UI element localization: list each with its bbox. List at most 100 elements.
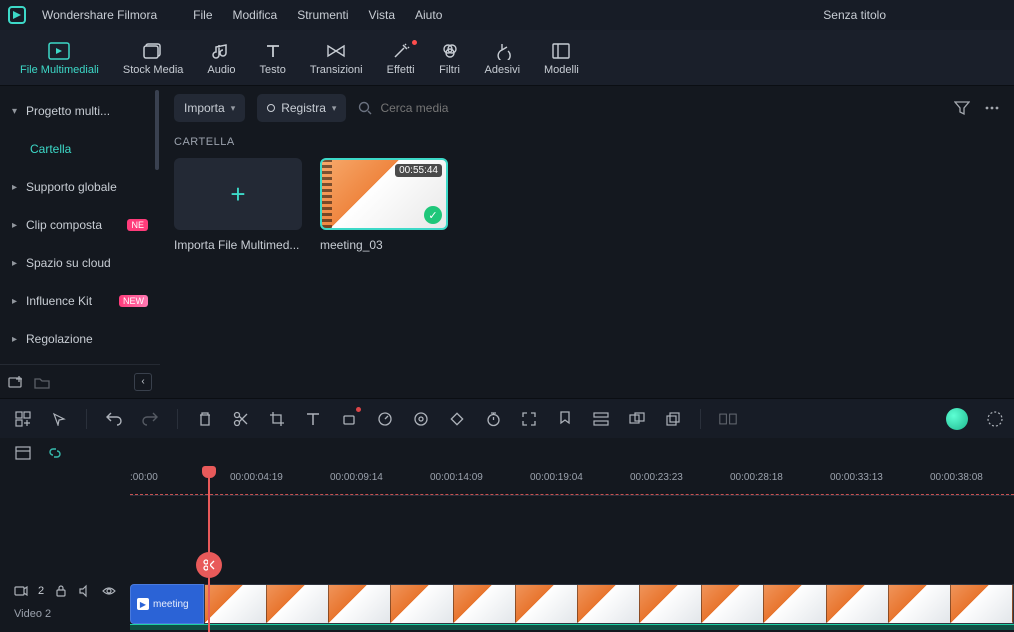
app-name: Wondershare Filmora (42, 8, 157, 22)
mute-icon[interactable] (78, 584, 92, 598)
record-button[interactable]: Registra▾ (257, 94, 346, 122)
menu-tools[interactable]: Strumenti (297, 8, 348, 22)
collapse-sidebar-button[interactable]: ‹ (134, 373, 152, 391)
track-name: Video 2 (0, 604, 130, 620)
chevron-down-icon: ▾ (12, 106, 20, 117)
new-folder-icon[interactable] (8, 374, 24, 390)
sidebar-item-global-support[interactable]: ▸Supporto globale (0, 168, 160, 206)
link-icon[interactable] (46, 444, 64, 462)
media-icon (48, 40, 70, 62)
filters-icon (439, 40, 461, 62)
timeline-view-icon[interactable] (14, 444, 32, 462)
menu-file[interactable]: File (193, 8, 212, 22)
expand-icon[interactable] (520, 410, 538, 428)
tab-filters[interactable]: Filtri (427, 36, 473, 80)
tab-stock-media[interactable]: Stock Media (111, 36, 196, 80)
audio-track[interactable] (130, 624, 1014, 630)
lock-icon[interactable] (54, 584, 68, 598)
clip-head[interactable]: ▶ meeting (130, 584, 204, 624)
speed-icon[interactable] (376, 410, 394, 428)
auto-reframe-icon[interactable] (719, 410, 737, 428)
media-panel: Importa▾ Registra▾ CARTELLA + Importa Fi… (160, 86, 1014, 398)
delete-icon[interactable] (196, 410, 214, 428)
record-icon (267, 104, 275, 112)
sidebar-item-influence-kit[interactable]: ▸Influence KitNEW (0, 282, 160, 320)
import-media-card[interactable]: + Importa File Multimed... (174, 158, 302, 252)
timeline-body: 2 Video 2 ▶ meeting (0, 496, 1014, 632)
menu-view[interactable]: Vista (369, 8, 395, 22)
tab-transitions[interactable]: Transizioni (298, 36, 375, 80)
timeline-subtoolbar (0, 438, 1014, 468)
chevron-right-icon: ▸ (12, 220, 20, 231)
track-control-icon[interactable] (592, 410, 610, 428)
search-input[interactable] (380, 101, 942, 115)
split-icon[interactable] (232, 410, 250, 428)
video-track-header[interactable]: 2 (0, 578, 130, 604)
check-icon: ✓ (424, 206, 442, 224)
clip-thumbnails (204, 584, 1014, 624)
tab-audio[interactable]: Audio (195, 36, 247, 80)
playhead[interactable] (208, 468, 210, 632)
title-bar: Wondershare Filmora File Modifica Strume… (0, 0, 1014, 30)
undo-icon[interactable] (105, 410, 123, 428)
ruler-tick: :00:00 (130, 472, 158, 483)
effects-icon (390, 40, 412, 62)
folder-icon[interactable] (34, 374, 50, 390)
chevron-down-icon: ▾ (332, 103, 337, 114)
sidebar-item-compound-clip[interactable]: ▸Clip compostaNE (0, 206, 160, 244)
menu-edit[interactable]: Modifica (233, 8, 278, 22)
timeline-ruler-row: :00:00 00:00:04:19 00:00:09:14 00:00:14:… (0, 468, 1014, 496)
new-badge: NEW (119, 295, 148, 307)
chevron-right-icon: ▸ (12, 258, 20, 269)
sidebar-item-adjustment[interactable]: ▸Regolazione (0, 320, 160, 358)
tab-media[interactable]: File Multimediali (8, 36, 111, 80)
redo-icon[interactable] (141, 410, 159, 428)
timer-icon[interactable] (484, 410, 502, 428)
tab-text[interactable]: Testo (248, 36, 298, 80)
visibility-icon[interactable] (102, 584, 116, 598)
new-badge: NE (127, 219, 148, 231)
timeline-ruler[interactable]: :00:00 00:00:04:19 00:00:09:14 00:00:14:… (130, 468, 1014, 496)
tab-stickers[interactable]: Adesivi (473, 36, 532, 80)
keyframe-icon[interactable] (448, 410, 466, 428)
record-tool-icon[interactable] (340, 410, 358, 428)
filmstrip-icon (322, 160, 332, 228)
tab-templates[interactable]: Modelli (532, 36, 591, 80)
layers-icon[interactable] (664, 410, 682, 428)
video-track-clip[interactable]: ▶ meeting (130, 584, 1014, 624)
media-clip-card[interactable]: 00:55:44 ✓ meeting_03 (320, 158, 448, 252)
search-field[interactable] (358, 101, 942, 115)
sidebar-scrollbar[interactable] (154, 90, 160, 360)
menu-help[interactable]: Aiuto (415, 8, 442, 22)
menu-bar: File Modifica Strumenti Vista Aiuto (193, 8, 442, 22)
clip-label: meeting (153, 599, 189, 610)
chevron-right-icon: ▸ (12, 182, 20, 193)
project-title: Senza titolo (823, 8, 886, 22)
ruler-tick: 00:00:38:08 (930, 472, 983, 483)
cursor-icon[interactable] (50, 410, 68, 428)
crop-icon[interactable] (268, 410, 286, 428)
ruler-tick: 00:00:04:19 (230, 472, 283, 483)
sidebar-item-folder[interactable]: Cartella (0, 130, 160, 168)
marker-icon[interactable] (556, 410, 574, 428)
color-icon[interactable] (412, 410, 430, 428)
sidebar-item-project[interactable]: ▾Progetto multi... (0, 92, 160, 130)
filter-icon[interactable] (954, 100, 970, 116)
settings-gear-icon[interactable] (986, 410, 1004, 428)
text-tool-icon[interactable] (304, 410, 322, 428)
camera-icon (14, 584, 28, 598)
ai-assistant-icon[interactable] (946, 408, 968, 430)
sidebar-item-cloud[interactable]: ▸Spazio su cloud (0, 244, 160, 282)
play-icon: ▶ (137, 598, 149, 610)
import-button[interactable]: Importa▾ (174, 94, 245, 122)
stock-icon (142, 40, 164, 62)
group-icon[interactable] (628, 410, 646, 428)
plus-icon: + (230, 179, 245, 210)
more-icon[interactable] (984, 100, 1000, 116)
clip-name: meeting_03 (320, 238, 448, 252)
tab-effects[interactable]: Effetti (375, 36, 427, 80)
timeline-tracks[interactable]: ▶ meeting (130, 496, 1014, 632)
sidebar-bottom-toolbar: ‹ (0, 364, 160, 398)
stickers-icon (491, 40, 513, 62)
add-track-icon[interactable] (14, 410, 32, 428)
